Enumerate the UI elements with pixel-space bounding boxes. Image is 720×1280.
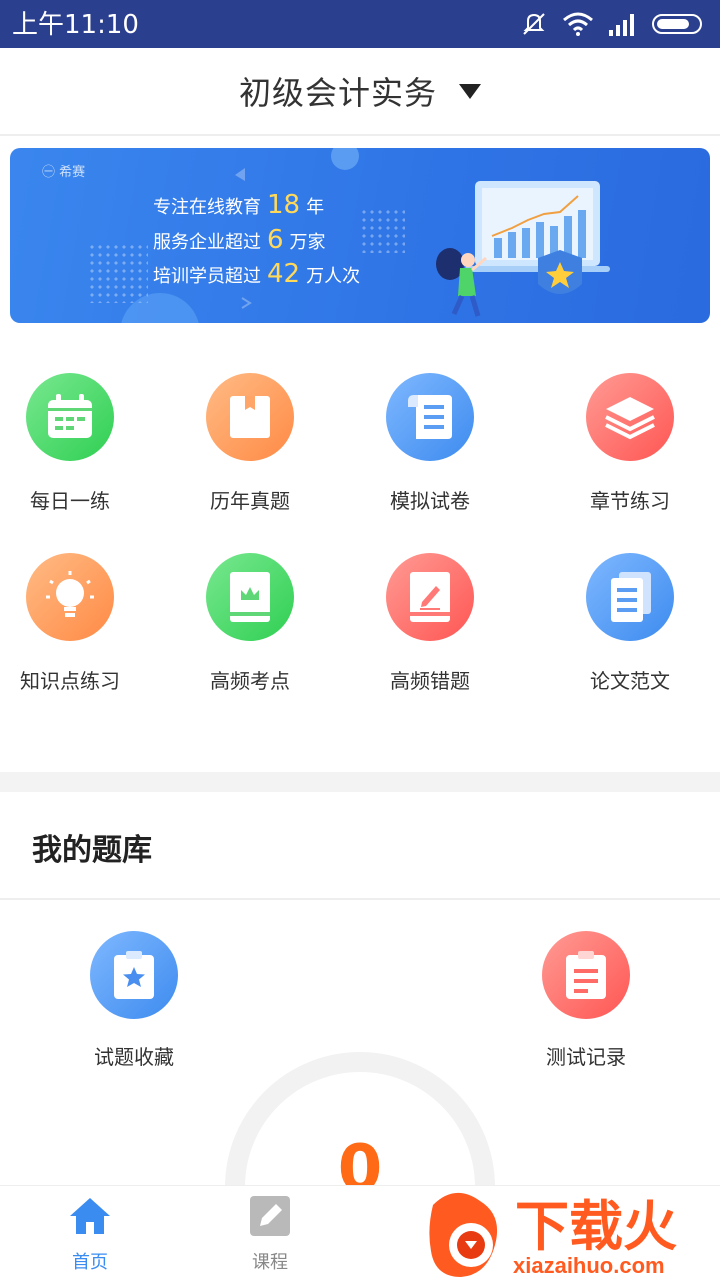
status-bar: 上午11:10: [0, 0, 720, 48]
scroll-icon: [386, 373, 474, 461]
home-icon: [70, 1198, 110, 1234]
grid-item-label: 知识点练习: [20, 669, 120, 693]
grid-item-label: 高频错题: [390, 669, 470, 693]
section-divider: [0, 772, 720, 792]
grid-item-knowledge-practice[interactable]: 知识点练习: [0, 525, 160, 695]
banner-line-students: 培训学员超过 42 万人次: [153, 259, 361, 289]
grid-item-daily-practice[interactable]: 每日一练: [0, 345, 160, 515]
record-clipboard-icon: [542, 931, 630, 1019]
dropdown-caret-icon: [459, 83, 481, 99]
status-time: 上午11:10: [12, 10, 139, 40]
star-clipboard-icon: [90, 931, 178, 1019]
status-icons: [520, 10, 706, 38]
favorites-label: 试题收藏: [94, 1045, 174, 1069]
feature-grid: 每日一练 历年真题 模拟试卷 章节练习 知识点练习 高频考点 高频错题 论文范文: [0, 345, 720, 725]
grid-item-label: 高频考点: [210, 669, 290, 693]
banner-line-companies: 服务企业超过 6 万家: [153, 225, 326, 255]
grid-item-label: 每日一练: [30, 489, 110, 513]
grid-item-label: 历年真题: [210, 489, 290, 513]
signal-icon: [609, 14, 634, 36]
grid-item-frequent-errors[interactable]: 高频错题: [340, 525, 520, 695]
banner-line-years: 专注在线教育 18 年: [153, 190, 325, 220]
favorites-button[interactable]: 试题收藏: [44, 931, 224, 1081]
my-bank-title: 我的题库: [32, 833, 152, 868]
edit-icon: [250, 1196, 290, 1236]
grid-item-label: 论文范文: [590, 669, 670, 693]
grid-item-hot-topics[interactable]: 高频考点: [160, 525, 340, 695]
grid-item-label: 模拟试卷: [390, 489, 470, 513]
battery-icon: [652, 14, 702, 34]
book-crown-icon: [206, 553, 294, 641]
laptop-chart-illustration: [436, 181, 610, 317]
test-records-button[interactable]: 测试记录: [496, 931, 676, 1081]
documents-icon: [586, 553, 674, 641]
grid-item-label: 章节练习: [590, 489, 670, 513]
watermark-title: 下载火: [515, 1197, 677, 1257]
grid-item-past-exams[interactable]: 历年真题: [160, 345, 340, 515]
calendar-icon: [26, 373, 114, 461]
subject-title: 初级会计实务: [238, 74, 437, 112]
lightbulb-icon: [26, 553, 114, 641]
promo-banner[interactable]: ㊀ 希赛 专注在线教育 18 年 服务企业超过 6 万家 培训学员超过 42 万人次: [10, 148, 710, 323]
box-icon: [206, 373, 294, 461]
app-screen: 上午11:10 初级会计实务 ㊀ 希赛 专注在线教育 18 年 服务企业超过 6…: [0, 0, 720, 1280]
layers-icon: [586, 373, 674, 461]
tab-courses[interactable]: 课程: [180, 1186, 360, 1280]
test-records-label: 测试记录: [546, 1045, 626, 1069]
grid-item-essay-samples[interactable]: 论文范文: [540, 525, 720, 695]
subject-selector[interactable]: 初级会计实务: [0, 48, 720, 136]
section-separator: [0, 898, 720, 900]
mute-icon: [523, 13, 545, 35]
watermark-url: xiazaihuo.com: [513, 1253, 665, 1278]
grid-item-chapter-practice[interactable]: 章节练习: [540, 345, 720, 515]
tab-label: 课程: [252, 1252, 288, 1273]
tab-label: 首页: [72, 1252, 108, 1273]
watermark-logo: 下载火 xiazaihuo.com: [429, 1192, 677, 1278]
wifi-icon: [563, 12, 593, 36]
book-pen-icon: [386, 553, 474, 641]
grid-item-mock-exam[interactable]: 模拟试卷: [340, 345, 520, 515]
tab-home[interactable]: 首页: [0, 1186, 180, 1280]
